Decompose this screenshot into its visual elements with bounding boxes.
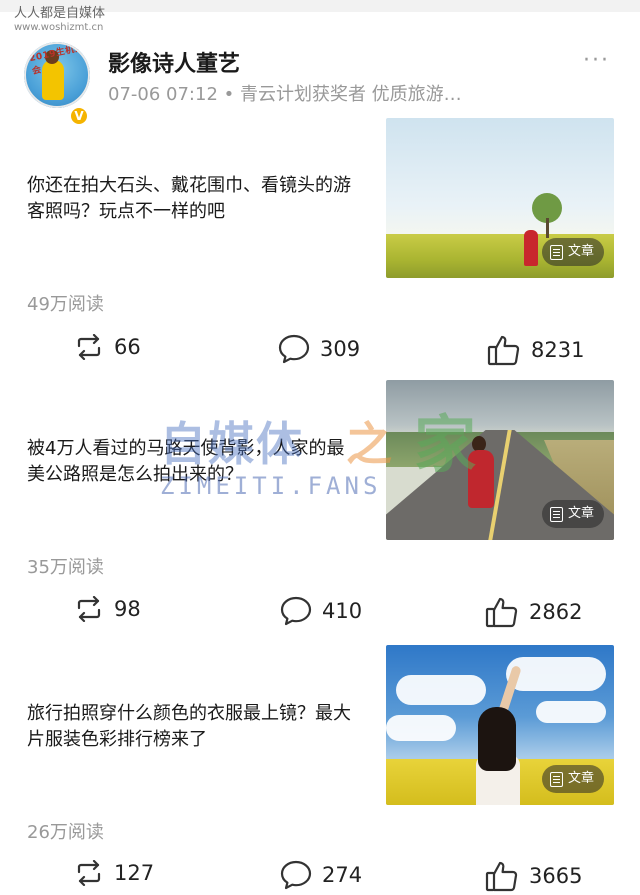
comment-button[interactable]: 309 <box>278 334 360 364</box>
repost-button[interactable]: 66 <box>74 334 141 360</box>
article-tag: 文章 <box>541 765 604 793</box>
verified-badge-icon: V <box>69 106 89 126</box>
repost-button[interactable]: 127 <box>74 860 154 886</box>
like-count: 2862 <box>529 600 583 624</box>
thumbs-up-icon <box>485 597 518 628</box>
more-options-button[interactable]: ··· <box>583 48 610 73</box>
like-button[interactable]: 2862 <box>485 596 582 628</box>
avatar[interactable]: 2019生机大会 <box>24 42 90 108</box>
thumbs-up-icon <box>485 861 518 892</box>
repost-icon <box>77 596 101 622</box>
post-thumbnail[interactable]: 文章 <box>386 118 614 278</box>
repost-button[interactable]: 98 <box>74 596 141 622</box>
watermark-line1: 人人都是自媒体 <box>14 6 106 21</box>
post-title[interactable]: 旅行拍照穿什么颜色的衣服最上镜？最大片服装色彩排行榜来了 <box>27 701 362 753</box>
post-title[interactable]: 你还在拍大石头、戴花围巾、看镜头的游客照吗？玩点不一样的吧 <box>27 173 362 225</box>
author-name[interactable]: 影像诗人董艺 <box>108 46 240 78</box>
document-icon <box>549 506 563 522</box>
comment-button[interactable]: 410 <box>280 596 362 626</box>
like-count: 3665 <box>529 864 583 888</box>
person-graphic <box>468 450 494 508</box>
repost-count: 66 <box>114 335 141 359</box>
comment-button[interactable]: 274 <box>280 860 362 890</box>
comment-count: 274 <box>322 863 363 887</box>
action-bar: 66 309 8231 <box>0 334 640 366</box>
comment-icon <box>280 860 312 890</box>
article-tag-label: 文章 <box>567 771 594 786</box>
comment-icon <box>280 596 312 626</box>
action-bar: 127 274 3665 <box>0 860 640 892</box>
post-meta: 07-06 07:12 • 青云计划获奖者 优质旅游… <box>108 84 462 105</box>
like-button[interactable]: 3665 <box>485 860 582 892</box>
article-tag: 文章 <box>541 238 604 266</box>
author-header: 2019生机大会 V 影像诗人董艺 07-06 07:12 • 青云计划获奖者 … <box>0 28 640 126</box>
comment-count: 410 <box>322 599 363 623</box>
read-count: 26万阅读 <box>27 822 104 843</box>
like-button[interactable]: 8231 <box>487 334 584 366</box>
article-tag-label: 文章 <box>567 244 594 259</box>
thumbs-up-icon <box>487 335 520 366</box>
article-tag: 文章 <box>541 500 604 528</box>
read-count: 35万阅读 <box>27 557 104 578</box>
post-thumbnail[interactable]: 文章 <box>386 380 614 540</box>
comment-icon <box>278 334 310 364</box>
repost-icon <box>77 860 101 886</box>
post-title[interactable]: 被4万人看过的马路天使背影，人家的最美公路照是怎么拍出来的？ <box>27 436 362 488</box>
read-count: 49万阅读 <box>27 294 104 315</box>
comment-count: 309 <box>320 337 361 361</box>
action-bar: 98 410 2862 <box>0 596 640 628</box>
post-thumbnail[interactable]: 文章 <box>386 645 614 805</box>
document-icon <box>549 771 563 787</box>
article-tag-label: 文章 <box>567 506 594 521</box>
document-icon <box>549 244 563 260</box>
repost-count: 98 <box>114 597 141 621</box>
repost-icon <box>77 334 101 360</box>
repost-count: 127 <box>114 861 155 885</box>
like-count: 8231 <box>531 338 585 362</box>
person-graphic <box>524 230 538 266</box>
